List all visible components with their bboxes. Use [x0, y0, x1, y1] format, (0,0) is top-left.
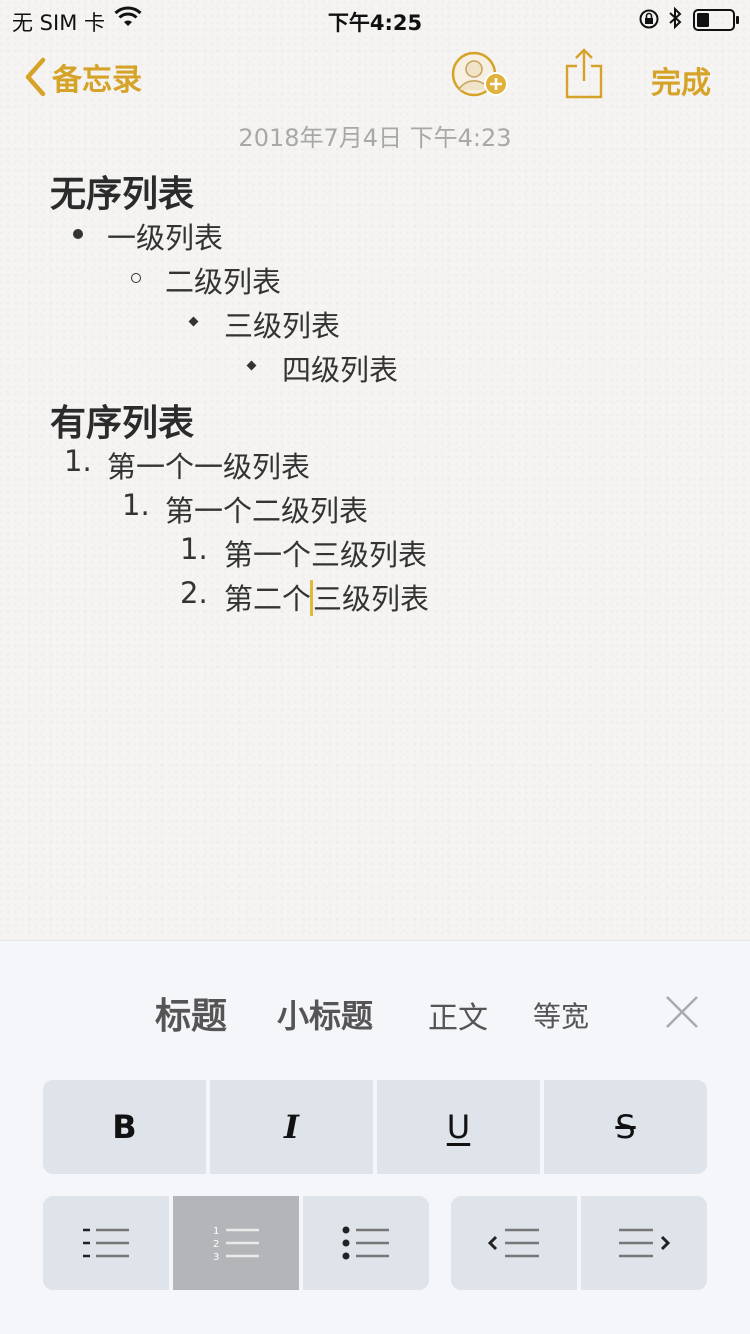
bold-button[interactable]: B — [43, 1080, 206, 1174]
list-item-text: 第二个 — [224, 582, 312, 616]
battery-icon — [693, 9, 741, 36]
list-item: 一级列表 — [107, 221, 224, 255]
bullet-dot-icon — [73, 229, 83, 239]
list-number: 1. — [180, 532, 208, 566]
list-item-text: 三级列表 — [313, 582, 430, 616]
dashed-list-button[interactable] — [43, 1196, 169, 1290]
dashed-list-icon — [83, 1228, 129, 1258]
list-item: 三级列表 — [224, 309, 341, 343]
list-item: 第一个一级列表 — [107, 450, 311, 484]
formatting-panel: 标题 小标题 正文 等宽 B I U S 1 2 3 — [0, 940, 750, 1334]
close-format-button[interactable] — [664, 994, 700, 1030]
list-item: 第一个三级列表 — [224, 538, 428, 572]
share-icon — [565, 48, 603, 99]
style-title-option[interactable]: 标题 — [155, 987, 227, 1039]
svg-text:2: 2 — [213, 1239, 219, 1250]
numbered-list-button[interactable]: 1 2 3 — [173, 1196, 299, 1290]
underline-button[interactable]: U — [377, 1080, 540, 1174]
rotation-lock-icon — [638, 8, 660, 35]
list-item: 第一个二级列表 — [165, 494, 369, 528]
chevron-left-icon — [25, 57, 46, 97]
text-format-buttons: B I U S — [43, 1080, 707, 1174]
list-item: 二级列表 — [165, 265, 282, 299]
bulleted-list-icon — [342, 1226, 389, 1260]
bullet-diamond-icon — [188, 316, 199, 327]
bulleted-list-button[interactable] — [303, 1196, 429, 1290]
note-date: 2018年7月4日 下午4:23 — [238, 124, 512, 152]
status-bar: 无 SIM 卡 下午4:25 — [0, 0, 750, 40]
bluetooth-icon — [668, 6, 682, 35]
back-button[interactable]: 备忘录 — [24, 54, 142, 100]
svg-text:3: 3 — [213, 1252, 219, 1263]
list-style-buttons: 1 2 3 — [43, 1196, 429, 1290]
list-number: 1. — [122, 488, 150, 522]
decrease-indent-icon — [487, 1228, 539, 1258]
add-person-icon — [451, 51, 508, 97]
share-button[interactable] — [564, 48, 604, 100]
note-body[interactable]: 无序列表 一级列表 二级列表 三级列表 四级列表 有序列表 1. 第一个一级列表… — [0, 160, 750, 920]
unordered-heading: 无序列表 — [50, 174, 195, 215]
decrease-indent-button[interactable] — [451, 1196, 577, 1290]
style-body-option[interactable]: 正文 — [428, 993, 488, 1037]
bullet-diamond-icon — [246, 360, 257, 371]
strikethrough-button[interactable]: S — [544, 1080, 707, 1174]
list-number: 1. — [64, 444, 92, 478]
style-monospace-option[interactable]: 等宽 — [533, 995, 589, 1035]
done-button[interactable]: 完成 — [651, 58, 711, 102]
style-subtitle-option[interactable]: 小标题 — [277, 991, 373, 1037]
bullet-circle-icon — [131, 273, 141, 283]
increase-indent-icon — [619, 1228, 671, 1258]
text-style-row: 标题 小标题 正文 等宽 — [0, 941, 750, 1071]
back-button-label: 备忘录 — [52, 63, 142, 98]
add-people-button[interactable] — [450, 50, 512, 102]
numbered-list-icon: 1 2 3 — [213, 1226, 259, 1263]
close-icon — [666, 996, 698, 1028]
svg-text:1: 1 — [213, 1226, 219, 1237]
increase-indent-button[interactable] — [581, 1196, 707, 1290]
list-item: 第二个三级列表 — [224, 576, 429, 618]
navigation-bar: 备忘录 完成 — [0, 48, 750, 108]
list-number: 2. — [180, 576, 208, 610]
list-item: 四级列表 — [282, 353, 399, 387]
indent-buttons — [451, 1196, 707, 1290]
italic-button[interactable]: I — [210, 1080, 373, 1174]
ordered-heading: 有序列表 — [50, 403, 195, 444]
